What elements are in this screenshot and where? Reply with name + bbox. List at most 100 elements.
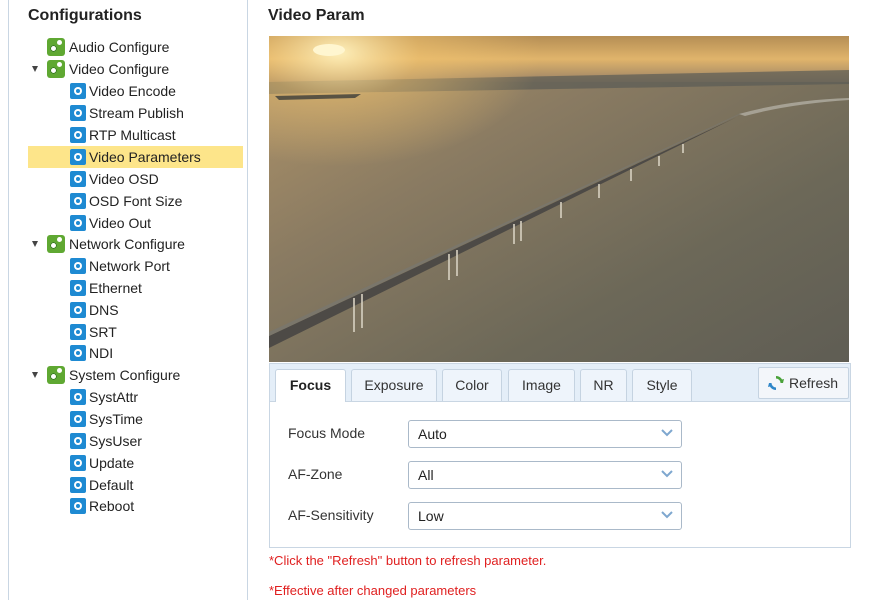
tree-group-label: System Configure (69, 367, 181, 383)
gear-icon (70, 324, 86, 340)
chevron-down-icon (661, 470, 673, 478)
field-label: AF-Zone (288, 466, 343, 482)
tab-color[interactable]: Color (442, 369, 502, 401)
tree-item-label: OSD Font Size (89, 193, 183, 209)
tree-item-systime[interactable]: SysTime (67, 408, 239, 430)
tree-item-osd-font-size[interactable]: OSD Font Size (67, 190, 239, 212)
tree-item-label: Video OSD (89, 171, 159, 187)
tree-item-label: RTP Multicast (89, 127, 176, 143)
gear-group-icon (47, 38, 65, 56)
field-label: AF-Sensitivity (288, 507, 374, 523)
tree-group-video-configure[interactable]: Video Configure (9, 58, 245, 80)
tree-group-network-configure[interactable]: Network Configure (9, 233, 245, 255)
gear-group-icon (47, 366, 65, 384)
refresh-note: *Click the "Refresh" button to refresh p… (269, 553, 547, 568)
field-label: Focus Mode (288, 425, 366, 441)
tree-item-dns[interactable]: DNS (67, 299, 239, 321)
tree-item-label: SRT (89, 324, 117, 340)
tree-item-rtp-multicast[interactable]: RTP Multicast (67, 124, 239, 146)
gear-icon (70, 215, 86, 231)
af-sensitivity-select[interactable]: Low (408, 502, 682, 530)
tree-item-label: Stream Publish (89, 105, 184, 121)
af-zone-select[interactable]: All (408, 461, 682, 489)
field-row-af-zone: AF-Zone All (288, 461, 848, 489)
tab-nr[interactable]: NR (580, 369, 627, 401)
settings-panel: Focus Exposure Color Image NR Style Refr… (269, 363, 851, 548)
tree-item-stream-publish[interactable]: Stream Publish (67, 102, 239, 124)
tree-item-label: SystAttr (89, 389, 139, 405)
tab-exposure[interactable]: Exposure (351, 369, 437, 401)
tree-item-video-out[interactable]: Video Out (67, 212, 239, 234)
refresh-button-label: Refresh (789, 375, 839, 391)
gear-group-icon (47, 60, 65, 78)
expand-triangle-icon[interactable] (32, 241, 38, 247)
tree-group-label: Video Configure (69, 61, 170, 77)
gear-icon (70, 258, 86, 274)
gear-icon (70, 477, 86, 493)
chevron-down-icon (661, 429, 673, 437)
tree-item-video-encode[interactable]: Video Encode (67, 80, 239, 102)
refresh-button[interactable]: Refresh (758, 367, 849, 399)
chevron-down-icon (661, 511, 673, 519)
configurations-panel: Configurations Audio Configure Video Con… (8, 0, 248, 600)
gear-icon (70, 280, 86, 296)
field-row-focus-mode: Focus Mode Auto (288, 420, 848, 448)
gear-icon (70, 389, 86, 405)
tree-item-label: NDI (89, 345, 114, 361)
expand-triangle-icon[interactable] (32, 66, 38, 72)
gear-icon (70, 498, 86, 514)
tree-group-label: Network Configure (69, 236, 185, 252)
video-preview-image (269, 36, 849, 362)
tree-item-label: DNS (89, 302, 119, 318)
page-title: Video Param (268, 7, 365, 24)
configurations-title: Configurations (28, 7, 142, 24)
tree-item-update[interactable]: Update (67, 452, 239, 474)
gear-icon (70, 105, 86, 121)
focus-mode-select[interactable]: Auto (408, 420, 682, 448)
tree-item-label: Video Encode (89, 83, 176, 99)
select-value: Auto (418, 426, 447, 442)
field-row-af-sensitivity: AF-Sensitivity Low (288, 502, 848, 530)
tree-item-label: Update (89, 455, 135, 471)
tab-style[interactable]: Style (632, 369, 692, 401)
tree-item-ethernet[interactable]: Ethernet (67, 277, 239, 299)
tree-item-label: Ethernet (89, 280, 142, 296)
tree-item-label: SysUser (89, 433, 142, 449)
tab-bar: Focus Exposure Color Image NR Style Refr… (270, 364, 850, 402)
tree-item-reboot[interactable]: Reboot (67, 495, 239, 517)
gear-icon (70, 171, 86, 187)
tree-item-srt[interactable]: SRT (67, 321, 239, 343)
tree-item-ndi[interactable]: NDI (67, 342, 239, 364)
tree-item-systattr[interactable]: SystAttr (67, 386, 239, 408)
tree-group-system-configure[interactable]: System Configure (9, 364, 245, 386)
tree-item-label: Video Out (89, 215, 152, 231)
tree-group-label: Audio Configure (69, 39, 170, 55)
tree-item-video-parameters[interactable]: Video Parameters (28, 146, 243, 168)
tree-item-label: Network Port (89, 258, 170, 274)
gear-icon (70, 455, 86, 471)
tab-focus[interactable]: Focus (275, 369, 346, 402)
tree-item-label: Reboot (89, 498, 135, 514)
tree-item-label: Default (89, 477, 134, 493)
video-param-panel: Video Param Focus Exposure Color Image N… (246, 0, 887, 600)
video-preview[interactable] (269, 36, 849, 362)
gear-icon (70, 411, 86, 427)
gear-icon (70, 302, 86, 318)
tree-group-audio-configure[interactable]: Audio Configure (9, 36, 245, 58)
refresh-icon (768, 376, 784, 390)
gear-icon (70, 193, 86, 209)
tree-item-network-port[interactable]: Network Port (67, 255, 239, 277)
gear-group-icon (47, 235, 65, 253)
select-value: Low (418, 508, 444, 524)
gear-icon (70, 345, 86, 361)
select-value: All (418, 467, 434, 483)
gear-icon (70, 127, 86, 143)
tree-item-default[interactable]: Default (67, 474, 239, 496)
gear-icon (70, 433, 86, 449)
tab-image[interactable]: Image (508, 369, 575, 401)
expand-triangle-icon[interactable] (32, 372, 38, 378)
tree-item-label: Video Parameters (89, 149, 201, 165)
gear-icon (70, 83, 86, 99)
tree-item-video-osd[interactable]: Video OSD (67, 168, 239, 190)
tree-item-sysuser[interactable]: SysUser (67, 430, 239, 452)
